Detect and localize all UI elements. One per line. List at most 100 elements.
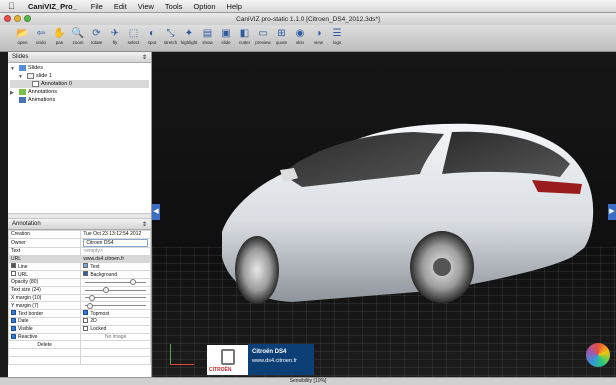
toolbar-zoom-button[interactable]: 🔍 zoom [70,25,87,45]
status-bar: Sensibility [10%] [0,377,616,385]
apple-icon[interactable]:  [8,1,22,11]
url-field[interactable]: www.ds4.citroen.fr [80,254,151,264]
toolbar-pan-button[interactable]: ✋ pan [51,25,68,45]
toolbar-select-button[interactable]: ⬚ select [125,25,142,45]
toolbar-rotate-button[interactable]: ⟳ rotate [88,25,105,45]
visible-label: Visible [18,326,33,333]
menu-edit[interactable]: Edit [114,2,127,11]
reactive-checkbox[interactable] [11,334,16,339]
toolbar-slide-button[interactable]: ▣ slide [218,25,235,45]
minimize-window-button[interactable] [14,15,21,22]
view-icon: ◑ [315,28,322,39]
zoom-window-button[interactable] [24,15,31,22]
slider-knob[interactable] [89,295,96,301]
toolbar-logs-button[interactable]: ☰ logs [329,25,346,45]
preview-icon: ▭ [258,28,268,39]
menu-bar:  CaniVIZ_Pro_ File Edit View Tools Opti… [0,0,616,13]
text-size-slider[interactable] [83,287,148,294]
no-image-label[interactable]: No image [80,332,151,342]
toolbar-cutter-button[interactable]: ◧ cutter [236,25,253,45]
nav-right-arrow-icon[interactable]: ▶ [608,204,616,220]
close-window-button[interactable] [4,15,11,22]
toolbar-view-button[interactable]: ◑ view [310,25,327,45]
toolbar-open-button[interactable]: 📂 open [14,25,31,45]
toolbar-preview-button[interactable]: ▭ preview [255,25,272,45]
car-model-render[interactable] [152,52,616,377]
prop-row-visible: Visible Locked [7,324,151,334]
menu-app-name[interactable]: CaniVIZ_Pro_ [28,2,77,11]
topmost-label: Topmost [90,310,110,317]
slide-icon: ▣ [221,28,231,39]
prop-row-border: Text border Topmost [7,309,151,318]
toolbar-undo-button[interactable]: ⇦ undo [33,25,50,45]
prop-label: Text [7,246,82,256]
toolbar-spot-button[interactable]: ◐ spot [144,25,161,45]
date-checkbox[interactable] [11,318,16,324]
tree-item-annotations[interactable]: ▶ Annotations [10,88,149,96]
tree-item-label: slide 1 [36,73,52,79]
delete-button[interactable]: Delete [7,340,82,350]
text-field[interactable]: <empty> [80,246,151,256]
toolbar-fly-button[interactable]: ✈ fly [107,25,124,45]
twod-checkbox[interactable] [83,318,89,324]
slider-knob[interactable] [87,302,94,309]
logs-icon: ☰ [332,28,342,39]
toolbar-stretch-button[interactable]: ⤡ stretch [162,25,179,45]
prop-label: Owner [7,237,82,248]
opacity-slider[interactable] [83,279,148,286]
prop-row-reactive: Reactive No image [7,332,151,342]
slider-knob[interactable] [130,279,137,286]
toolbar-quote-button[interactable]: ⊞ quote [273,25,290,45]
color-wheel-icon[interactable] [586,343,610,367]
twod-label: 2D [90,318,97,325]
folder-icon [19,65,26,71]
tree-item-label: Annotation 0 [41,81,72,87]
slides-selector-label: Slides [12,54,29,60]
annotation-selector[interactable]: Annotation ⇕ [8,219,151,230]
toolbar-button-label: spot [147,40,157,45]
rear-wheel-hub [433,258,451,276]
rotate-icon: ⟳ [92,28,101,39]
menu-option[interactable]: Option [193,2,215,11]
y-margin-slider[interactable] [83,302,148,309]
prop-row-text: Text <empty> [7,246,151,256]
slides-selector[interactable]: Slides ⇕ [8,52,151,63]
tree-item-slide-1[interactable]: ▼ slide 1 [10,72,149,80]
menu-file[interactable]: File [91,2,103,11]
menu-view[interactable]: View [138,2,154,11]
x-margin-slider[interactable] [83,295,148,301]
undo-icon: ⇦ [36,28,46,39]
toolbar-button-label: logs [332,40,342,45]
tree-item-annotation-0[interactable]: Annotation 0 [10,80,149,88]
tree-item-slides[interactable]: ▼ Slides [10,64,149,72]
topmost-checkbox[interactable] [83,310,89,316]
text-color-swatch[interactable] [83,263,89,269]
slider-knob[interactable] [102,287,109,294]
owner-field[interactable]: Citroen DS4 [83,239,148,247]
3d-viewport[interactable]: ◀ ▶ CITROËN Citroën DS4 www.ds4.citroen.… [152,52,616,377]
expand-arrow-icon[interactable]: ▼ [18,73,25,80]
expand-arrow-icon[interactable]: ▶ [10,89,17,96]
visible-checkbox[interactable] [11,326,16,331]
toolbar-skin-button[interactable]: ◉ skin [292,25,309,45]
menu-tools[interactable]: Tools [165,2,183,11]
tree-item-animations[interactable]: Animations [10,96,149,104]
text-border-checkbox[interactable] [11,310,16,316]
locked-checkbox[interactable] [83,326,89,331]
prop-row-x-margin: X margin (10) [7,293,151,303]
toolbar-show-button[interactable]: ▤ show [199,25,216,45]
menu-help[interactable]: Help [227,2,242,11]
window-titlebar: CaniVIZ pro-static 1.1.0 [Citroen_DS4_20… [0,13,616,25]
toolbar-highlight-button[interactable]: ✦ highlight [181,25,198,45]
prop-row-opacity: Opacity (80) [7,277,151,287]
background-color-swatch[interactable] [83,271,89,277]
nav-left-arrow-icon[interactable]: ◀ [152,204,160,220]
annotation-url[interactable]: www.ds4.citroen.fr [252,358,310,364]
empty-cell [80,340,151,350]
line-color-swatch[interactable] [11,263,16,269]
annotation-box[interactable]: Citroën DS4 www.ds4.citroen.fr [248,344,314,375]
window-title: CaniVIZ pro-static 1.1.0 [Citroen_DS4_20… [236,15,380,23]
url-checkbox[interactable] [11,271,16,277]
expand-arrow-icon[interactable]: ▼ [10,65,17,72]
brand-logo-text: CITROËN [209,367,232,373]
